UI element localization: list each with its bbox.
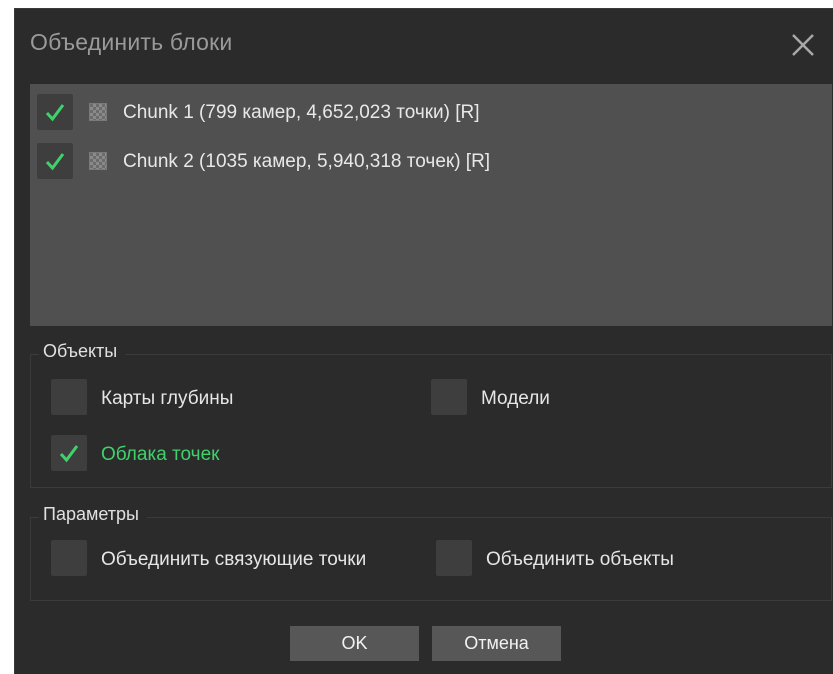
cancel-button[interactable]: Отмена bbox=[432, 626, 561, 661]
dialog-title: Объединить блоки bbox=[30, 29, 233, 55]
depth-maps-checkbox[interactable] bbox=[51, 379, 87, 415]
merge-tie-points-checkbox[interactable] bbox=[51, 540, 87, 576]
merge-chunks-dialog: Объединить блоки Chunk 1 (799 камер, 4,6… bbox=[14, 8, 833, 674]
params-group-title: Параметры bbox=[39, 504, 147, 525]
chunk-icon bbox=[89, 103, 107, 121]
models-label: Модели bbox=[481, 388, 550, 409]
point-clouds-label: Облака точек bbox=[101, 444, 220, 465]
chunk-1-checkbox[interactable] bbox=[37, 94, 73, 130]
depth-maps-label: Карты глубины bbox=[101, 388, 234, 409]
merge-objects-label: Объединить объекты bbox=[486, 549, 674, 570]
list-item[interactable]: Chunk 2 (1035 камер, 5,940,318 точек) [R… bbox=[37, 143, 817, 181]
chunk-label: Chunk 1 (799 камер, 4,652,023 точки) [R] bbox=[123, 102, 480, 123]
list-item[interactable]: Chunk 1 (799 камер, 4,652,023 точки) [R] bbox=[37, 94, 817, 132]
merge-tie-points-label: Объединить связующие точки bbox=[101, 549, 367, 570]
chunks-list: Chunk 1 (799 камер, 4,652,023 точки) [R]… bbox=[30, 84, 832, 326]
merge-objects-checkbox[interactable] bbox=[436, 540, 472, 576]
chunk-label: Chunk 2 (1035 камер, 5,940,318 точек) [R… bbox=[123, 151, 491, 172]
chunk-2-checkbox[interactable] bbox=[37, 143, 73, 179]
objects-group-title: Объекты bbox=[39, 341, 126, 362]
models-checkbox[interactable] bbox=[431, 379, 467, 415]
params-group: Параметры Объединить связующие точки Объ… bbox=[30, 504, 832, 601]
checkmark-icon bbox=[45, 104, 65, 122]
checkmark-icon bbox=[45, 153, 65, 171]
chunk-icon bbox=[89, 152, 107, 170]
point-clouds-checkbox[interactable] bbox=[51, 435, 87, 471]
close-icon[interactable] bbox=[787, 29, 819, 61]
objects-group: Объекты Карты глубины Модели Облака точе… bbox=[30, 341, 832, 488]
ok-button[interactable]: OK bbox=[290, 626, 419, 661]
checkmark-icon bbox=[59, 445, 79, 463]
